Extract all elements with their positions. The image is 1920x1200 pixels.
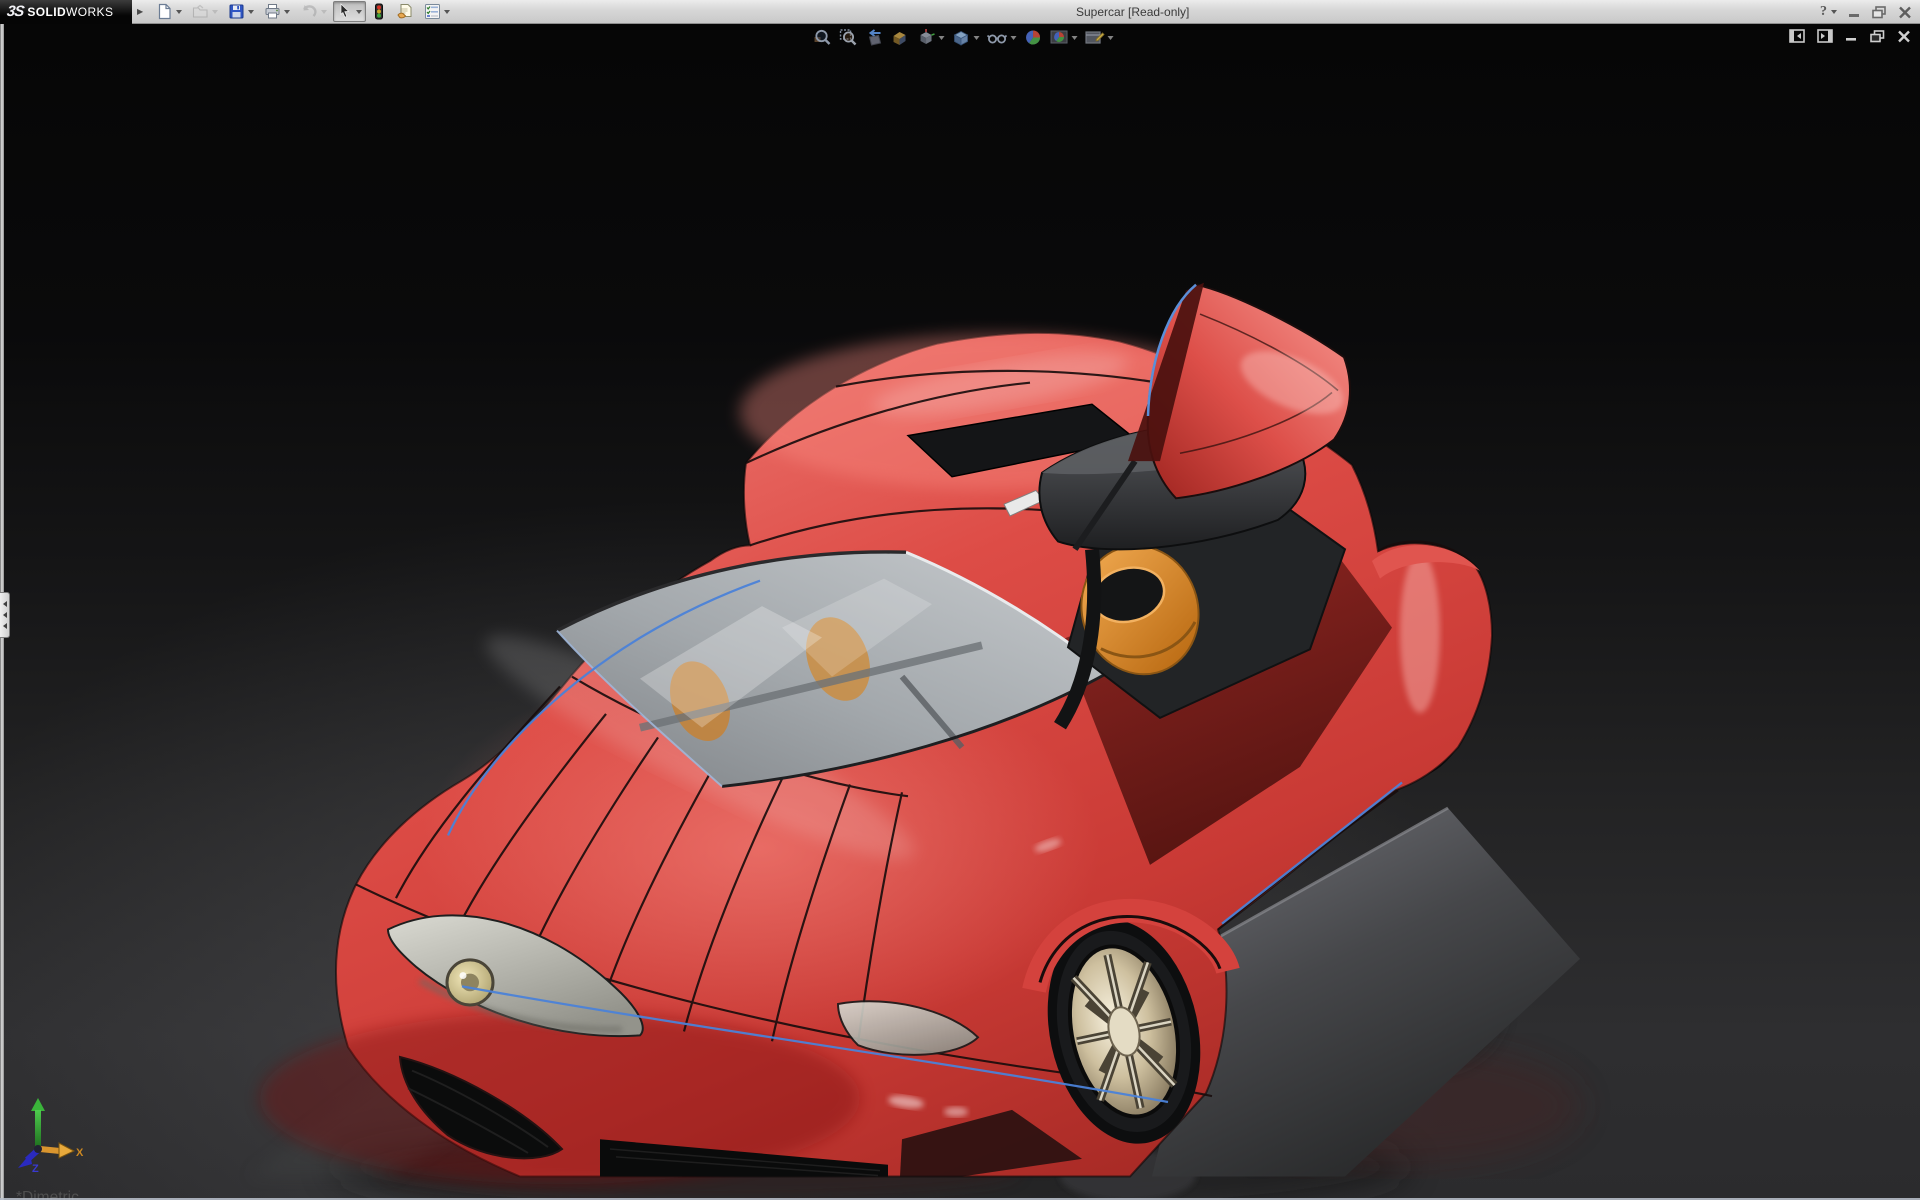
edit-appearance-icon (1026, 30, 1041, 45)
standard-toolbar (151, 0, 455, 24)
zoom-to-fit-icon (814, 29, 831, 45)
view-settings-button[interactable] (1084, 27, 1115, 48)
section-view-icon (893, 32, 906, 45)
view-orientation-icon (920, 29, 935, 44)
collapse-arrow-icon (2, 612, 7, 618)
zoom-to-area-button[interactable] (838, 27, 859, 48)
restore-icon (1870, 29, 1885, 42)
toolbar-expand-arrow-icon[interactable]: ▶ (137, 7, 143, 16)
collapse-left-pane-button[interactable] (1789, 29, 1805, 43)
collapse-arrow-icon (2, 623, 7, 629)
minimize-icon (1846, 38, 1856, 41)
x-axis (39, 1146, 61, 1154)
print-button[interactable] (260, 1, 294, 22)
graphics-viewport[interactable]: X Z *Dimetric (0, 24, 1920, 1200)
rebuild-button[interactable] (368, 1, 390, 22)
graphics-area[interactable] (0, 24, 1920, 1200)
dropdown-caret[interactable] (938, 35, 945, 40)
options-button[interactable] (420, 1, 454, 22)
brand-wordmark: SOLIDWORKS (27, 4, 114, 19)
select-cursor-icon (340, 3, 350, 18)
window-title: Supercar [Read-only] (1076, 5, 1190, 19)
undo-icon (303, 5, 317, 17)
previous-view-button[interactable] (864, 27, 885, 48)
apply-scene-button[interactable] (1049, 27, 1079, 48)
y-axis-arrow (31, 1098, 45, 1111)
close-window-button[interactable] (1898, 6, 1912, 19)
edit-appearance-button[interactable] (1023, 27, 1044, 48)
dropdown-caret[interactable] (176, 9, 183, 14)
restore-document-button[interactable] (1870, 29, 1885, 43)
minimize-window-button[interactable] (1848, 6, 1861, 18)
new-document-button[interactable] (152, 1, 186, 22)
title-bar: 3S SOLIDWORKS ▶ Supercar [Read-only] ? (0, 0, 1920, 24)
file-properties-icon (397, 4, 412, 19)
help-icon: ? (1820, 4, 1827, 19)
restore-icon (1872, 5, 1886, 18)
dropdown-caret[interactable] (1010, 35, 1017, 40)
heads-up-view-toolbar (812, 27, 1115, 48)
section-view-button[interactable] (890, 27, 911, 48)
dropdown-caret[interactable] (973, 35, 980, 40)
open-folder-icon (193, 4, 208, 18)
open-button[interactable] (188, 1, 222, 22)
new-document-icon (159, 3, 171, 20)
document-window-controls (1789, 29, 1911, 43)
help-button[interactable]: ? (1820, 4, 1837, 20)
feature-manager-collapse-tab[interactable] (0, 592, 10, 638)
view-orientation-button[interactable] (916, 27, 946, 48)
select-button[interactable] (333, 1, 367, 22)
save-icon (229, 4, 244, 19)
restore-window-button[interactable] (1872, 5, 1887, 19)
options-icon (425, 4, 441, 19)
hide-show-items-button[interactable] (986, 27, 1018, 48)
dropdown-caret[interactable] (1831, 10, 1837, 14)
close-icon (1898, 30, 1910, 42)
dropdown-caret[interactable] (356, 9, 363, 14)
minimize-document-button[interactable] (1845, 30, 1858, 42)
display-style-button[interactable] (951, 27, 981, 48)
dropdown-caret[interactable] (444, 9, 451, 14)
dropdown-caret[interactable] (321, 9, 328, 14)
previous-view-icon (868, 29, 882, 46)
reference-triad: X Z (18, 1098, 84, 1174)
dropdown-caret[interactable] (248, 9, 255, 14)
z-axis-arrow (18, 1154, 32, 1168)
y-axis (35, 1110, 41, 1148)
print-icon (265, 4, 280, 19)
expand-right-pane-icon (1817, 29, 1833, 43)
triad-origin (34, 1145, 42, 1153)
zoom-to-fit-button[interactable] (812, 27, 833, 48)
hide-show-items-icon (986, 34, 1008, 44)
undo-button[interactable] (296, 1, 331, 22)
x-axis-label: X (76, 1147, 84, 1159)
close-document-button[interactable] (1897, 30, 1911, 43)
x-axis-arrow (58, 1142, 76, 1159)
z-axis-label: Z (32, 1163, 39, 1174)
view-settings-icon (1085, 31, 1105, 44)
collapse-arrow-icon (2, 601, 7, 607)
rebuild-traffic-light-icon (375, 3, 384, 19)
minimize-icon (1849, 14, 1859, 17)
dropdown-caret[interactable] (1071, 35, 1078, 40)
display-style-icon (953, 31, 969, 46)
expand-right-pane-button[interactable] (1817, 29, 1833, 43)
save-button[interactable] (224, 1, 258, 22)
apply-scene-icon (1050, 30, 1068, 44)
close-icon (1899, 6, 1911, 18)
collapse-left-pane-icon (1789, 29, 1805, 43)
file-properties-button[interactable] (392, 1, 418, 22)
titlebar-controls: ? (1820, 0, 1912, 24)
solidworks-brand: 3S SOLIDWORKS (0, 0, 132, 24)
dropdown-caret[interactable] (1107, 35, 1114, 40)
dropdown-caret[interactable] (212, 9, 219, 14)
3ds-logo-icon: 3S (5, 3, 25, 20)
dropdown-caret[interactable] (284, 9, 291, 14)
zoom-to-area-icon (839, 29, 857, 46)
